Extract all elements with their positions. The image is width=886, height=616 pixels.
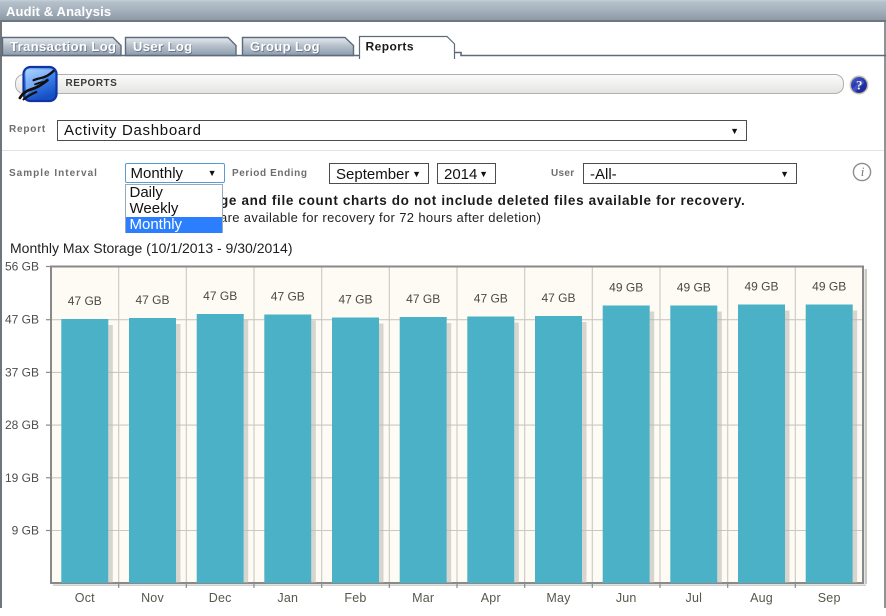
svg-text:47 GB: 47 GB xyxy=(135,293,169,307)
svg-text:9 GB: 9 GB xyxy=(12,524,39,538)
svg-text:Jul: Jul xyxy=(686,591,703,605)
svg-text:Jun: Jun xyxy=(616,591,637,605)
svg-text:User Log: User Log xyxy=(133,39,193,54)
svg-text:47 GB: 47 GB xyxy=(474,292,508,306)
svg-text:Apr: Apr xyxy=(481,591,501,605)
svg-text:Group Log: Group Log xyxy=(250,39,320,54)
svg-text:47 GB: 47 GB xyxy=(203,289,237,303)
svg-text:49 GB: 49 GB xyxy=(609,281,643,295)
svg-text:49 GB: 49 GB xyxy=(677,281,711,295)
svg-text:Reports: Reports xyxy=(366,40,415,54)
svg-text:Jan: Jan xyxy=(277,591,298,605)
svg-text:Monthly Max Storage (10/1/2013: Monthly Max Storage (10/1/2013 - 9/30/20… xyxy=(10,240,293,256)
svg-text:Mar: Mar xyxy=(412,591,434,605)
svg-text:47 GB: 47 GB xyxy=(68,294,102,308)
svg-text:28 GB: 28 GB xyxy=(5,418,39,432)
svg-text:i: i xyxy=(861,164,865,179)
svg-text:47 GB: 47 GB xyxy=(5,313,39,327)
svg-text:?: ? xyxy=(855,77,862,92)
svg-text:47 GB: 47 GB xyxy=(541,291,575,305)
svg-text:Transaction Log: Transaction Log xyxy=(10,39,116,54)
svg-text:Sep: Sep xyxy=(818,591,841,605)
svg-text:Aug: Aug xyxy=(750,591,773,605)
svg-text:49 GB: 49 GB xyxy=(812,280,846,294)
svg-text:19 GB: 19 GB xyxy=(5,471,39,485)
svg-text:Dec: Dec xyxy=(209,591,232,605)
svg-text:Feb: Feb xyxy=(344,591,366,605)
svg-text:49 GB: 49 GB xyxy=(744,280,778,294)
svg-text:56 GB: 56 GB xyxy=(5,260,39,274)
svg-text:37 GB: 37 GB xyxy=(5,365,39,379)
svg-text:Nov: Nov xyxy=(141,591,164,605)
svg-text:May: May xyxy=(546,591,571,605)
svg-text:47 GB: 47 GB xyxy=(406,292,440,306)
svg-text:Oct: Oct xyxy=(75,591,95,605)
svg-text:47 GB: 47 GB xyxy=(271,290,305,304)
svg-text:47 GB: 47 GB xyxy=(338,293,372,307)
